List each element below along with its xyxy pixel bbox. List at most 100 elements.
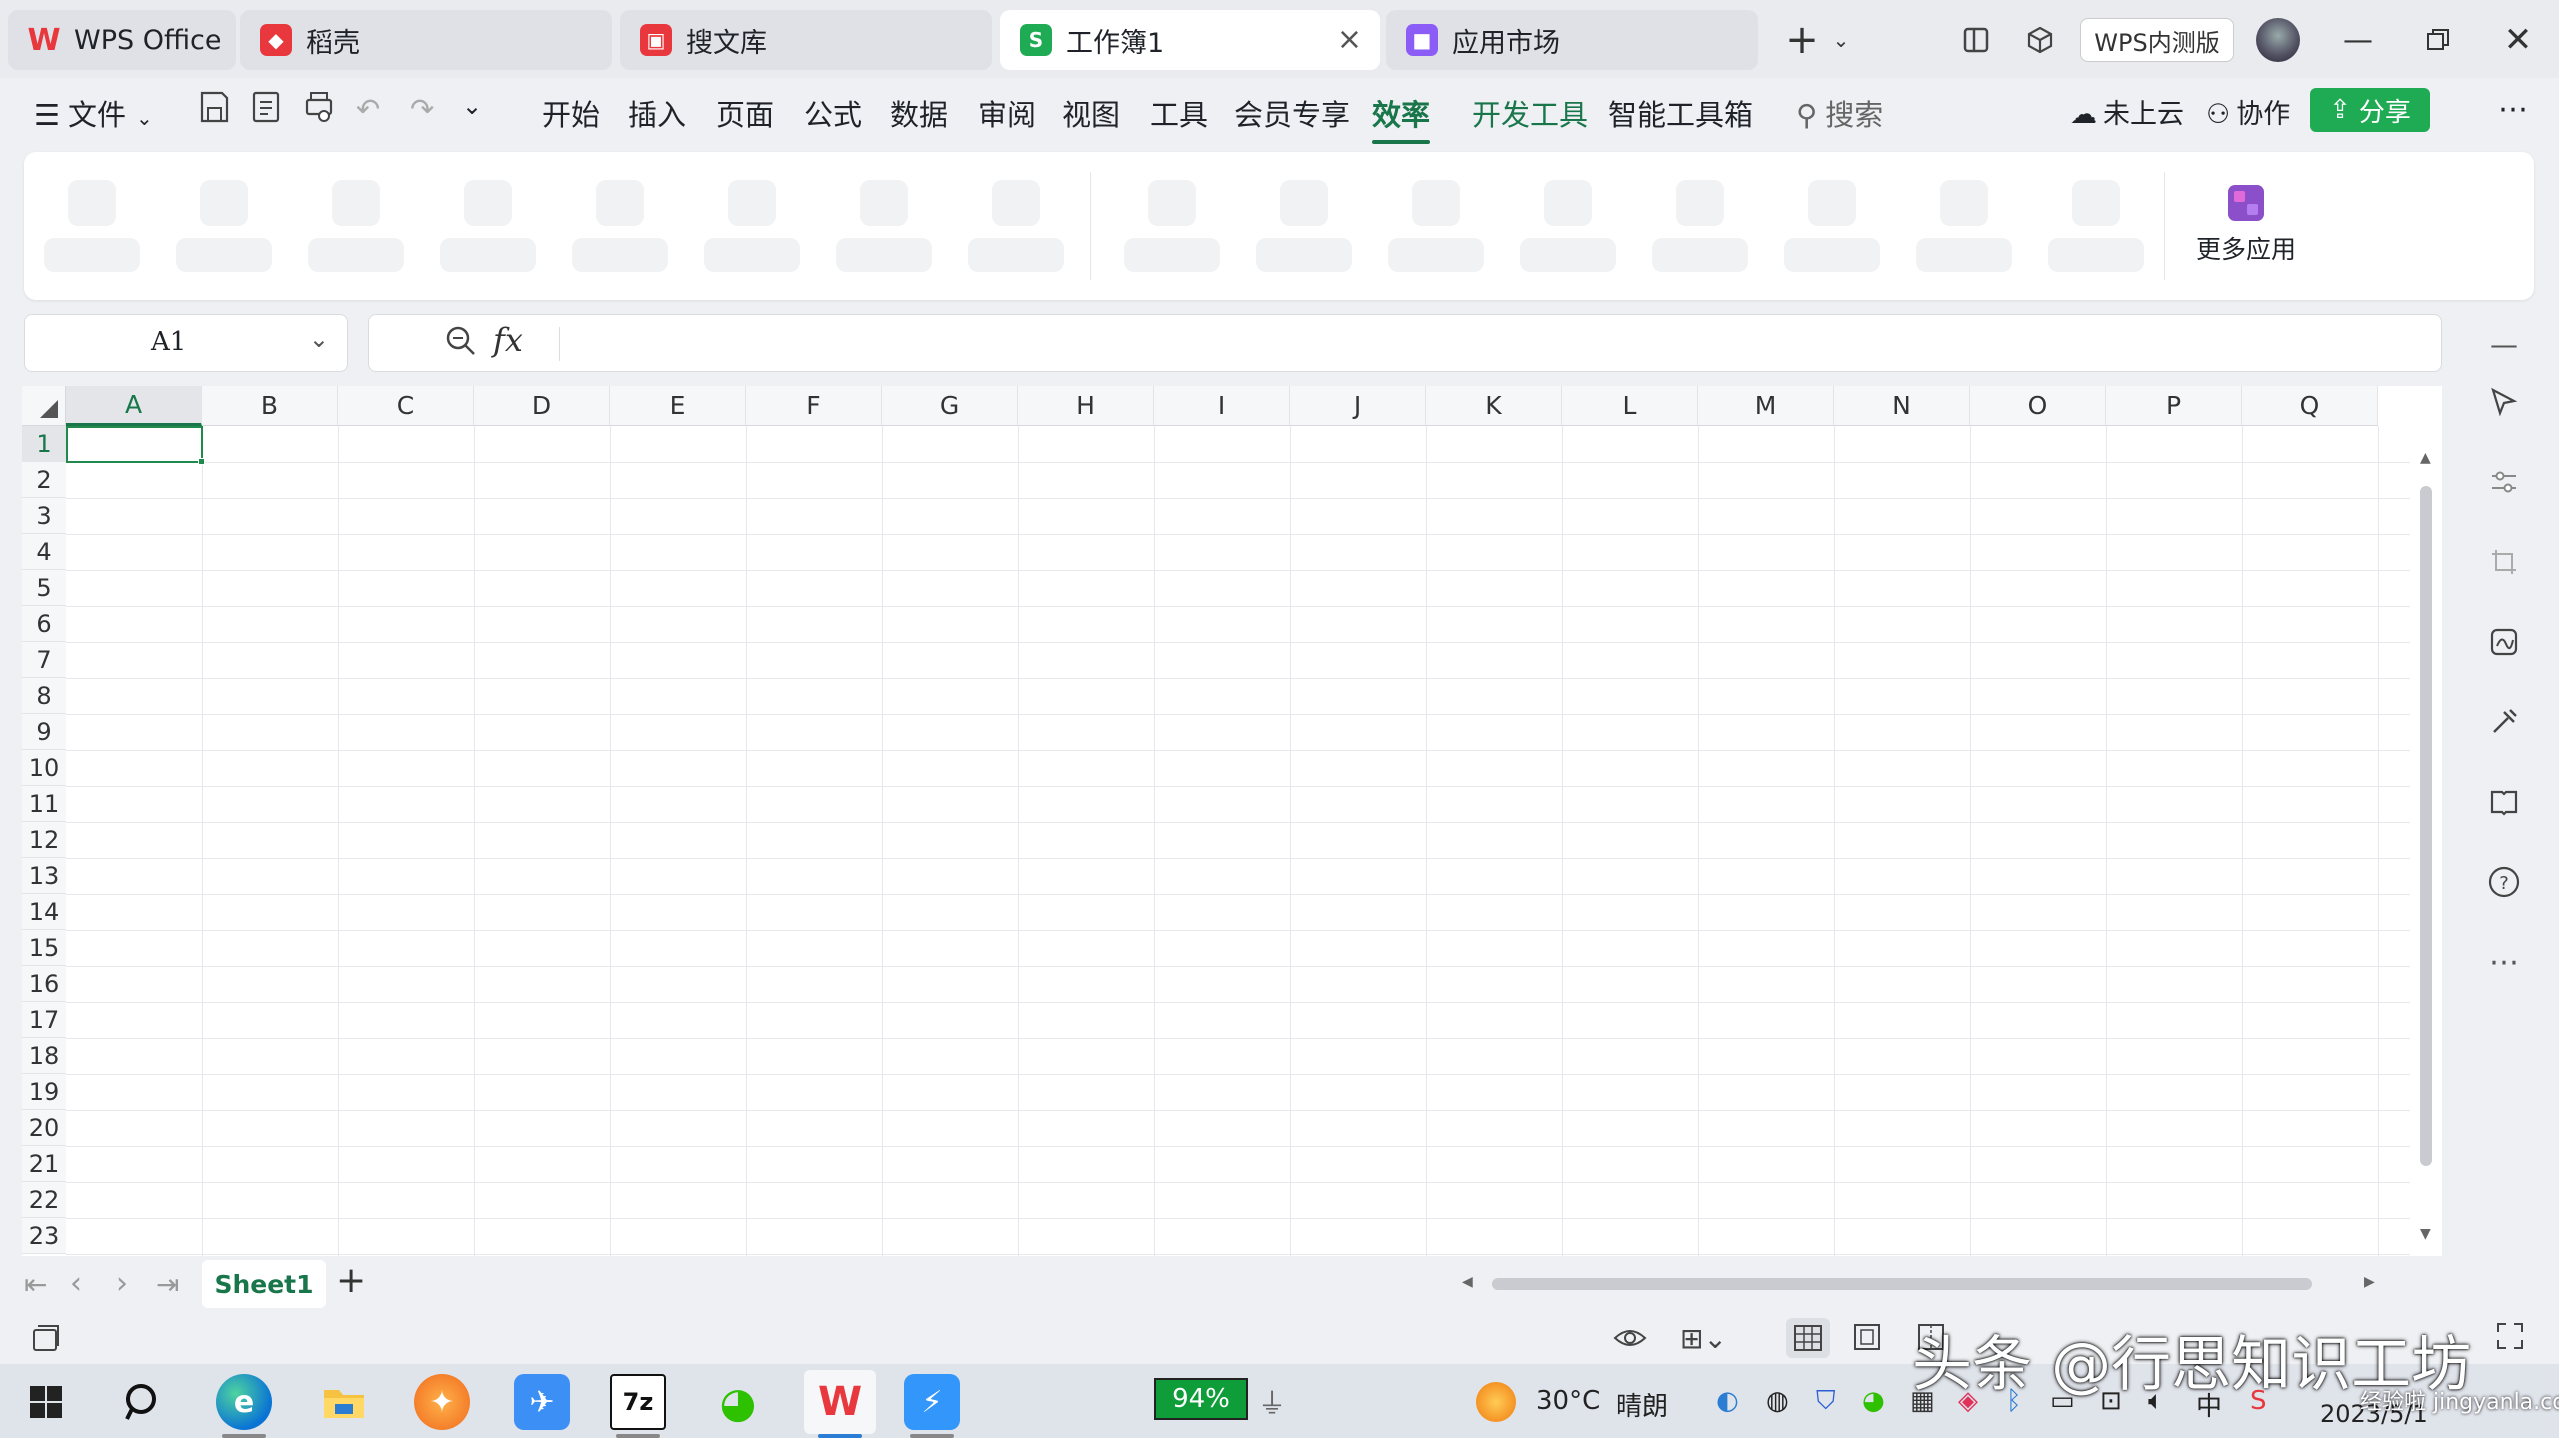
undo-icon[interactable]: ↶ — [356, 92, 380, 126]
row-header-23[interactable]: 23 — [22, 1218, 66, 1254]
row-header-14[interactable]: 14 — [22, 894, 66, 930]
more-sidebar-icon[interactable]: ⋯ — [2484, 942, 2524, 982]
tab-workbook[interactable]: S 工作簿1 × — [1000, 10, 1380, 70]
menu-data[interactable]: 数据 — [890, 92, 948, 134]
tab-list-chevron-icon[interactable]: ⌄ — [1826, 14, 1856, 66]
redo-icon[interactable]: ↷ — [410, 92, 434, 126]
macro-record-icon[interactable] — [28, 1322, 62, 1360]
menu-member[interactable]: 会员专享 — [1234, 92, 1350, 134]
horizontal-scroll-thumb[interactable] — [1492, 1278, 2312, 1290]
windows-start-icon[interactable] — [18, 1374, 74, 1430]
more-options-icon[interactable]: ⋯ — [2498, 92, 2528, 127]
column-header-b[interactable]: B — [202, 386, 338, 426]
column-header-k[interactable]: K — [1426, 386, 1562, 426]
column-header-a[interactable]: A — [66, 386, 202, 426]
row-header-4[interactable]: 4 — [22, 534, 66, 570]
row-header-17[interactable]: 17 — [22, 1002, 66, 1038]
row-header-11[interactable]: 11 — [22, 786, 66, 822]
weather-sun-icon[interactable] — [1476, 1382, 1516, 1422]
row-header-9[interactable]: 9 — [22, 714, 66, 750]
transform-icon[interactable] — [2484, 542, 2524, 582]
chevron-down-icon[interactable]: ⌄ — [309, 325, 329, 353]
new-tab-button[interactable]: + — [1782, 14, 1822, 66]
row-header-5[interactable]: 5 — [22, 570, 66, 606]
menu-developer[interactable]: 开发工具 — [1472, 92, 1588, 134]
next-sheet-icon[interactable]: › — [116, 1266, 128, 1301]
scroll-right-icon[interactable]: ▶ — [2364, 1274, 2375, 1290]
scroll-up-icon[interactable]: ▲ — [2420, 450, 2431, 466]
row-header-10[interactable]: 10 — [22, 750, 66, 786]
menu-review[interactable]: 审阅 — [978, 92, 1036, 134]
row-header-12[interactable]: 12 — [22, 822, 66, 858]
scroll-thumb[interactable] — [2420, 486, 2432, 1166]
column-header-l[interactable]: L — [1562, 386, 1698, 426]
mail-bird-icon[interactable]: ✈ — [514, 1374, 570, 1430]
column-header-g[interactable]: G — [882, 386, 1018, 426]
collab-button[interactable]: ⚇ 协作 — [2206, 92, 2290, 131]
wechat-icon[interactable]: ◕ — [710, 1374, 766, 1430]
wps-taskbar-icon[interactable]: W — [804, 1370, 876, 1434]
row-header-15[interactable]: 15 — [22, 930, 66, 966]
sign-icon[interactable] — [2484, 622, 2524, 662]
column-header-f[interactable]: F — [746, 386, 882, 426]
row-header-16[interactable]: 16 — [22, 966, 66, 1002]
page-layout-icon[interactable] — [1852, 1322, 1882, 1356]
column-header-i[interactable]: I — [1154, 386, 1290, 426]
row-header-8[interactable]: 8 — [22, 678, 66, 714]
chat-tray-icon[interactable]: ◐ — [1716, 1386, 1739, 1416]
menu-view[interactable]: 视图 — [1062, 92, 1120, 134]
close-tab-icon[interactable]: × — [1337, 22, 1362, 57]
column-header-h[interactable]: H — [1018, 386, 1154, 426]
last-sheet-icon[interactable]: ⇥ — [156, 1268, 179, 1301]
scroll-down-icon[interactable]: ▼ — [2420, 1226, 2431, 1242]
row-header-18[interactable]: 18 — [22, 1038, 66, 1074]
active-cell-a1[interactable] — [66, 426, 203, 463]
fx-icon[interactable]: fx — [493, 321, 523, 359]
expand-icon[interactable] — [2494, 1320, 2526, 1356]
row-header-2[interactable]: 2 — [22, 462, 66, 498]
dingtalk-icon[interactable]: ⚡ — [904, 1374, 960, 1430]
row-header-22[interactable]: 22 — [22, 1182, 66, 1218]
menu-smart-toolbox[interactable]: 智能工具箱 — [1608, 92, 1753, 134]
eye-protection-icon[interactable] — [1612, 1322, 1648, 1358]
wechat-tray-icon[interactable]: ◕ — [1862, 1386, 1885, 1416]
version-badge[interactable]: WPS内测版 — [2080, 18, 2234, 62]
weather-desc[interactable]: 晴朗 — [1616, 1386, 1668, 1423]
column-header-d[interactable]: D — [474, 386, 610, 426]
close-icon[interactable]: ✕ — [2498, 14, 2538, 66]
menu-formula[interactable]: 公式 — [804, 92, 862, 134]
cloud-status-button[interactable]: ☁ 未上云 — [2070, 92, 2184, 131]
edge-browser-icon[interactable]: e — [216, 1374, 272, 1430]
row-header-7[interactable]: 7 — [22, 642, 66, 678]
column-header-e[interactable]: E — [610, 386, 746, 426]
scroll-left-icon[interactable]: ◀ — [1462, 1274, 1473, 1290]
restore-icon[interactable] — [2418, 14, 2458, 66]
file-explorer-icon[interactable] — [316, 1374, 372, 1430]
menu-tools[interactable]: 工具 — [1150, 92, 1208, 134]
column-header-o[interactable]: O — [1970, 386, 2106, 426]
column-header-j[interactable]: J — [1290, 386, 1426, 426]
column-header-n[interactable]: N — [1834, 386, 1970, 426]
name-box[interactable]: A1 ⌄ — [24, 314, 348, 372]
row-header-1[interactable]: 1 — [22, 426, 66, 462]
more-quick-icon[interactable]: ⌄ — [462, 92, 482, 120]
book-icon[interactable] — [2484, 782, 2524, 822]
normal-view-icon[interactable] — [1786, 1318, 1830, 1358]
collapse-sidebar-icon[interactable]: — — [2484, 324, 2524, 364]
row-header-13[interactable]: 13 — [22, 858, 66, 894]
menu-efficiency[interactable]: 效率 — [1372, 92, 1431, 144]
column-header-q[interactable]: Q — [2242, 386, 2378, 426]
row-header-3[interactable]: 3 — [22, 498, 66, 534]
browser-orange-icon[interactable]: ✦ — [414, 1374, 470, 1430]
row-header-19[interactable]: 19 — [22, 1074, 66, 1110]
more-apps-button[interactable]: 更多应用 — [2186, 182, 2306, 282]
row-header-21[interactable]: 21 — [22, 1146, 66, 1182]
first-sheet-icon[interactable]: ⇤ — [24, 1268, 47, 1301]
sheet-tab-sheet1[interactable]: Sheet1 — [202, 1260, 326, 1308]
column-header-p[interactable]: P — [2106, 386, 2242, 426]
spreadsheet-grid[interactable]: ABCDEFGHIJKLMNOPQ 1 2 3 4 5 6 7 8 9 10 11 12 13 14 15 1… — [22, 386, 2442, 1256]
fill-handle[interactable] — [198, 458, 205, 465]
menu-start[interactable]: 开始 — [542, 92, 600, 134]
formula-input[interactable]: fx — [368, 314, 2442, 372]
tab-library[interactable]: ▣ 搜文库 — [620, 10, 992, 70]
